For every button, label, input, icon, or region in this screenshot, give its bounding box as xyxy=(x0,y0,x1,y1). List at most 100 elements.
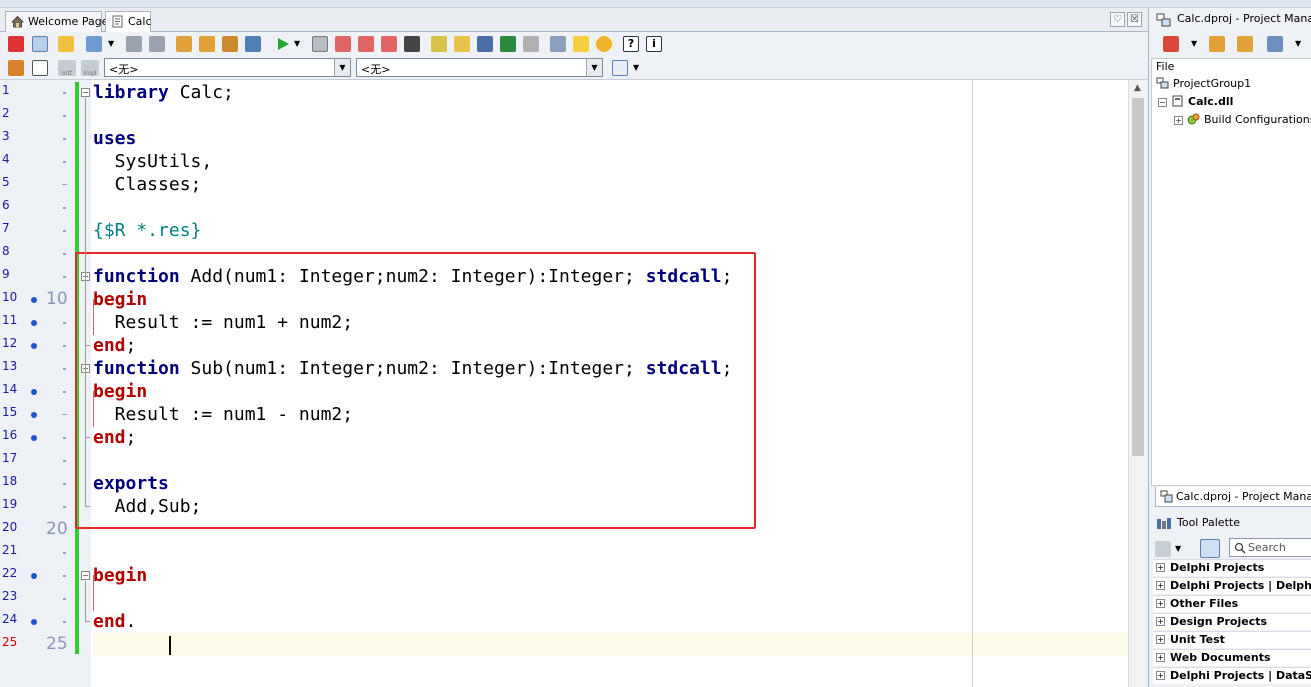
code-line[interactable]: {$R *.res} xyxy=(93,219,201,242)
palette-category[interactable]: + Unit Test xyxy=(1153,631,1311,648)
project-tree[interactable]: File ProjectGroup1 − Calc.dll + Build Co… xyxy=(1151,58,1311,486)
expand-icon[interactable]: + xyxy=(1156,617,1165,626)
toggle-breakpoint-icon[interactable] xyxy=(523,36,539,52)
fold-toggle-icon[interactable]: − xyxy=(81,571,90,580)
palette-category[interactable]: + Web Documents xyxy=(1153,649,1311,666)
method-combo[interactable]: <无> ▼ xyxy=(356,58,603,77)
component-icon[interactable] xyxy=(8,36,24,52)
collapse-icon[interactable]: − xyxy=(1158,98,1167,107)
dropdown-arrow-icon[interactable]: ▼ xyxy=(633,60,643,76)
tree-item-projectgroup[interactable]: ProjectGroup1 xyxy=(1156,77,1251,90)
view-icon[interactable] xyxy=(1267,36,1283,52)
save-all-icon[interactable] xyxy=(149,36,165,52)
list-view-icon[interactable] xyxy=(612,60,628,76)
breakpoint-marker[interactable] xyxy=(31,619,37,625)
code-line[interactable]: end. xyxy=(93,610,136,633)
info-icon[interactable]: i xyxy=(646,36,662,52)
save-icon[interactable] xyxy=(126,36,142,52)
structure-icon[interactable] xyxy=(8,60,24,76)
impl-icon[interactable]: Impl xyxy=(81,60,99,77)
unit-combo[interactable]: <无> ▼ xyxy=(104,58,351,77)
close-tab-button[interactable]: ☒ xyxy=(1127,12,1142,27)
code-text: Calc; xyxy=(168,82,234,103)
remove-from-project-icon[interactable] xyxy=(222,36,238,52)
settings-gear-icon[interactable] xyxy=(596,36,612,52)
top-menu-strip xyxy=(0,0,1311,8)
add-new-project-icon[interactable] xyxy=(1209,36,1225,52)
notepad-icon[interactable] xyxy=(573,36,589,52)
expand-icon[interactable]: + xyxy=(1156,671,1165,680)
scrollbar-thumb[interactable] xyxy=(1132,98,1144,456)
palette-category[interactable]: + Other Files xyxy=(1153,595,1311,612)
code-line[interactable]: Classes; xyxy=(93,173,202,196)
code-line[interactable]: begin xyxy=(93,564,147,587)
palette-category[interactable]: + Delphi Projects xyxy=(1153,559,1311,576)
categories-icon[interactable] xyxy=(1155,541,1171,557)
activate-icon[interactable] xyxy=(1163,36,1179,52)
vertical-scrollbar[interactable]: ▲ xyxy=(1128,80,1146,687)
current-line-highlight xyxy=(93,633,1129,656)
code-keyword: uses xyxy=(93,128,137,149)
breakpoint-marker[interactable] xyxy=(31,389,37,395)
run-dropdown-icon[interactable]: ▼ xyxy=(294,36,304,52)
breakpoint-marker[interactable] xyxy=(31,573,37,579)
code-line[interactable]: uses xyxy=(93,127,136,150)
line-number: 15 xyxy=(2,405,18,419)
expand-icon[interactable]: + xyxy=(1156,635,1165,644)
right-panel: Calc.dproj - Project Manager ▼ ▼ File Pr… xyxy=(1148,8,1311,687)
view-units-icon[interactable] xyxy=(477,36,493,52)
expand-icon[interactable]: + xyxy=(1174,116,1183,125)
new-form-icon[interactable] xyxy=(431,36,447,52)
breakpoint-marker[interactable] xyxy=(31,412,37,418)
line-dot-marker xyxy=(63,276,66,278)
palette-category[interactable]: + Delphi Projects | Delphi Files xyxy=(1153,577,1311,594)
tab-list-button[interactable]: ♡ xyxy=(1110,12,1125,27)
dropdown-arrow-icon[interactable]: ▼ xyxy=(1295,36,1305,52)
step-over-icon[interactable] xyxy=(381,36,397,52)
scroll-up-icon[interactable]: ▲ xyxy=(1131,83,1144,94)
open-project-icon[interactable] xyxy=(176,36,192,52)
view-forms-icon[interactable] xyxy=(500,36,516,52)
pointer-icon[interactable] xyxy=(1200,539,1220,558)
breakpoint-marker[interactable] xyxy=(31,343,37,349)
palette-category[interactable]: + Delphi Projects | DataSnap Server xyxy=(1153,667,1311,684)
line-dot-marker xyxy=(63,230,66,232)
code-page-icon[interactable] xyxy=(32,60,48,76)
pause-icon[interactable] xyxy=(312,36,328,52)
run-icon[interactable] xyxy=(275,36,291,52)
expand-icon[interactable]: + xyxy=(1156,581,1165,590)
expand-icon[interactable]: + xyxy=(1156,563,1165,572)
tree-item-calc-dll[interactable]: Calc.dll xyxy=(1171,95,1233,108)
tree-item-build-configurations[interactable]: Build Configurations xyxy=(1187,113,1311,126)
expand-icon[interactable]: + xyxy=(1156,653,1165,662)
new-items-icon[interactable] xyxy=(86,36,102,52)
tab-project-manager[interactable]: Calc.dproj - Project Manager xyxy=(1155,487,1311,507)
expand-icon[interactable]: + xyxy=(1156,599,1165,608)
intf-icon[interactable]: Intf xyxy=(58,60,76,77)
trace-into-icon[interactable] xyxy=(358,36,374,52)
toggle-form-unit-icon[interactable] xyxy=(454,36,470,52)
dropdown-arrow-icon[interactable]: ▼ xyxy=(108,36,118,52)
add-to-project-icon[interactable] xyxy=(199,36,215,52)
palette-category[interactable]: + Design Projects xyxy=(1153,613,1311,630)
project-options-icon[interactable] xyxy=(245,36,261,52)
run-to-cursor-icon[interactable] xyxy=(404,36,420,52)
code-editor[interactable]: library Calc; uses SysUtils, Classes; {$R … xyxy=(0,80,1146,687)
tool-palette-search-input[interactable]: Search xyxy=(1229,538,1311,557)
breakpoint-marker[interactable] xyxy=(31,320,37,326)
breakpoint-marker[interactable] xyxy=(31,435,37,441)
help-icon[interactable]: ? xyxy=(623,36,639,52)
dropdown-arrow-icon[interactable]: ▼ xyxy=(1175,541,1185,557)
add-existing-project-icon[interactable] xyxy=(1237,36,1253,52)
stop-icon[interactable] xyxy=(335,36,351,52)
data-explorer-icon[interactable] xyxy=(550,36,566,52)
fold-toggle-icon[interactable]: − xyxy=(81,88,90,97)
tab-welcome-page[interactable]: Welcome Page xyxy=(5,11,108,32)
breakpoint-marker[interactable] xyxy=(31,297,37,303)
code-line[interactable]: library Calc; xyxy=(93,81,234,104)
select-component-icon[interactable] xyxy=(32,36,48,52)
open-icon[interactable] xyxy=(58,36,74,52)
tab-calc[interactable]: Calc xyxy=(105,11,152,33)
code-line[interactable]: SysUtils, xyxy=(93,150,213,173)
dropdown-arrow-icon[interactable]: ▼ xyxy=(1191,36,1201,52)
